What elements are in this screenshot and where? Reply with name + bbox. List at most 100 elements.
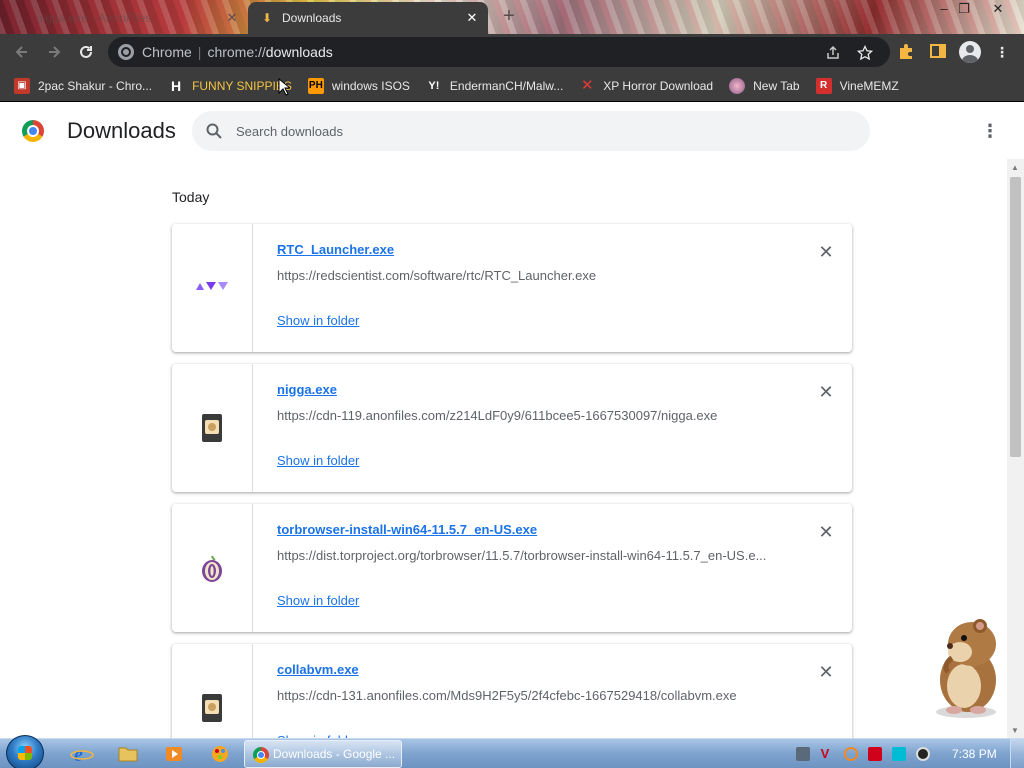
media-player-icon[interactable] (154, 742, 194, 766)
tray-volume-icon[interactable] (916, 747, 930, 761)
file-name-link[interactable]: RTC_Launcher.exe (277, 242, 394, 257)
search-box[interactable] (192, 111, 870, 151)
h-icon: H (171, 77, 182, 94)
file-icon-column (172, 224, 253, 352)
bookmarks-bar: ▣ 2pac Shakur - Chro... H FUNNY SNIPPIES… (0, 70, 1024, 102)
back-button[interactable] (10, 40, 34, 64)
bookmark-item[interactable]: New Tab (729, 77, 800, 94)
download-item: RTC_Launcher.exe https://redscientist.co… (172, 224, 852, 352)
bookmark-label: windows ISOS (331, 78, 410, 93)
maximize-button[interactable]: ❐ (950, 0, 978, 18)
internet-explorer-icon[interactable]: e (62, 742, 102, 766)
browser-menu-kebab-icon[interactable]: ⋮ (992, 42, 1012, 62)
bookmark-item[interactable]: R VineMEMZ (815, 77, 899, 94)
search-input[interactable] (236, 121, 836, 141)
more-actions-kebab-icon[interactable]: ⋮ (978, 119, 1002, 143)
file-icon-column (172, 364, 253, 492)
address-text[interactable]: Chrome | chrome://downloads (142, 44, 333, 60)
arrow-right-icon (49, 46, 61, 58)
extensions-puzzle-icon[interactable] (896, 42, 916, 62)
tray-v-icon[interactable]: V (818, 747, 832, 761)
bookmark-item[interactable]: ✕ XP Horror Download (579, 76, 714, 94)
tab-downloads[interactable]: ⬇ Downloads ✕ (248, 2, 488, 34)
file-url[interactable]: https://cdn-119.anonfiles.com/z214LdF0y9… (277, 408, 777, 423)
taskbar-task-chrome[interactable]: Downloads - Google ... (244, 740, 402, 768)
remove-download-close-icon[interactable]: ✕ (816, 662, 836, 682)
tab-anonfiles[interactable]: nigga.exe - AnonFiles ✕ (10, 2, 246, 34)
show-in-folder-link[interactable]: Show in folder (277, 313, 359, 328)
bookmark-star-icon[interactable] (856, 44, 874, 62)
scroll-thumb[interactable] (1010, 177, 1021, 457)
file-explorer-folder-icon[interactable] (108, 742, 148, 766)
file-icon-column (172, 504, 253, 632)
share-icon[interactable] (824, 44, 842, 62)
reload-icon (80, 45, 92, 58)
forward-button[interactable] (42, 40, 66, 64)
file-name-link[interactable]: collabvm.exe (277, 662, 359, 677)
bookmark-item[interactable]: PH windows ISOS (307, 77, 410, 94)
rtc-launcher-icon (196, 282, 228, 290)
remove-download-close-icon[interactable]: ✕ (816, 242, 836, 262)
omnibox-scheme-label: Chrome (142, 44, 192, 60)
show-desktop-button[interactable] (1010, 739, 1024, 768)
globe-icon (729, 77, 746, 94)
new-tab-button[interactable]: + (498, 6, 520, 28)
bookmark-item[interactable]: ▣ 2pac Shakur - Chro... (14, 77, 153, 94)
paint-app-icon[interactable] (200, 742, 240, 766)
bookmark-item[interactable]: Y! EndermanCH/Malw... (426, 78, 563, 94)
side-panel-icon[interactable] (928, 42, 948, 62)
mouse-cursor-icon (278, 78, 290, 96)
chrome-icon (253, 747, 269, 763)
close-tab-icon[interactable]: ✕ (464, 10, 480, 26)
show-in-folder-link[interactable]: Show in folder (277, 593, 359, 608)
ph-icon: PH (307, 77, 324, 94)
taskbar-clock[interactable]: 7:38 PM (952, 747, 997, 761)
tray-app-icon[interactable] (796, 747, 810, 761)
taskbar-task-label: Downloads - Google ... (273, 747, 396, 761)
bookmark-label: EndermanCH/Malw... (449, 78, 564, 93)
bookmark-label: New Tab (753, 78, 800, 93)
reload-button[interactable] (74, 40, 98, 64)
browser-toolbar: Chrome | chrome://downloads ⋮ (0, 34, 1024, 70)
page-scrollbar[interactable]: ▲ ▼ (1007, 159, 1024, 739)
x-icon: ✕ (580, 76, 594, 94)
page-title: Downloads (67, 118, 176, 143)
r-icon: R (815, 77, 832, 94)
date-heading: Today (172, 189, 210, 205)
download-item: nigga.exe https://cdn-119.anonfiles.com/… (172, 364, 852, 492)
executable-file-icon (202, 694, 222, 722)
close-tab-icon[interactable]: ✕ (224, 10, 240, 26)
search-icon (206, 123, 222, 139)
arrow-left-icon (15, 46, 27, 58)
profile-avatar-icon[interactable] (959, 41, 981, 63)
start-button-windows-icon[interactable] (6, 735, 44, 768)
scroll-down-arrow-icon[interactable]: ▼ (1011, 726, 1019, 735)
tray-search-icon[interactable] (844, 747, 858, 761)
remove-download-close-icon[interactable]: ✕ (816, 382, 836, 402)
file-name-link[interactable]: nigga.exe (277, 382, 337, 397)
bookmark-item[interactable]: H FUNNY SNIPPIES (168, 78, 292, 94)
tray-flag-icon[interactable] (868, 747, 882, 761)
close-window-button[interactable]: ✕ (984, 0, 1012, 18)
bookmark-label: VineMEMZ (839, 78, 899, 93)
bookmark-label: XP Horror Download (603, 78, 714, 93)
chrome-site-icon (118, 44, 134, 60)
remove-download-close-icon[interactable]: ✕ (816, 522, 836, 542)
tab-title: Downloads (282, 11, 342, 25)
hamster-desktop-pet-icon[interactable] (922, 614, 1008, 720)
file-url[interactable]: https://redscientist.com/software/rtc/RT… (277, 268, 777, 283)
scroll-up-arrow-icon[interactable]: ▲ (1011, 163, 1019, 172)
show-in-folder-link[interactable]: Show in folder (277, 453, 359, 468)
file-url[interactable]: https://cdn-131.anonfiles.com/Mds9H2F5y5… (277, 688, 777, 703)
address-bar[interactable]: Chrome | chrome://downloads (108, 37, 890, 67)
downloads-header: Downloads ⋮ (0, 103, 1024, 159)
file-url[interactable]: https://dist.torproject.org/torbrowser/1… (277, 548, 777, 563)
omnibox-url-host: downloads (265, 44, 333, 60)
file-name-link[interactable]: torbrowser-install-win64-11.5.7_en-US.ex… (277, 522, 537, 537)
bookmark-label: 2pac Shakur - Chro... (38, 78, 153, 93)
download-icon: ⬇ (261, 11, 273, 25)
download-item: torbrowser-install-win64-11.5.7_en-US.ex… (172, 504, 852, 632)
tray-network-icon[interactable] (892, 747, 906, 761)
executable-file-icon (202, 414, 222, 442)
bookmark-label: FUNNY SNIPPIES (192, 78, 292, 93)
